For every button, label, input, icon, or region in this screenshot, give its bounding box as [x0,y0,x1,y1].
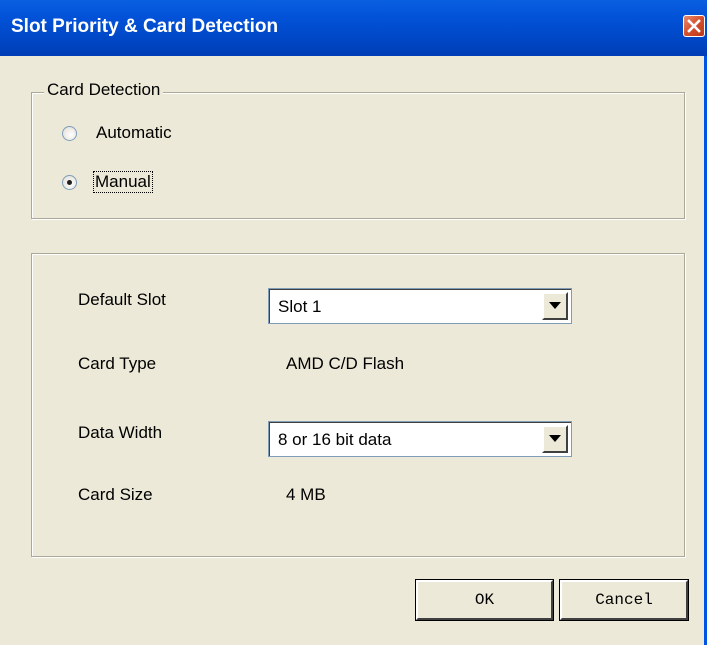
radio-manual-label: Manual [93,171,153,193]
window-title: Slot Priority & Card Detection [11,16,279,37]
card-size-value: 4 MB [286,485,326,504]
card-type-value: AMD C/D Flash [286,354,405,373]
data-width-value: 8 or 16 bit data [278,430,392,449]
chevron-down-icon [549,435,561,442]
card-detection-group [31,92,685,219]
default-slot-value: Slot 1 [278,297,322,316]
default-slot-dropdown-button[interactable] [542,292,568,320]
radio-automatic-indicator[interactable] [62,125,77,141]
data-width-label: Data Width [78,423,163,442]
title-bar[interactable]: Slot Priority & Card Detection [0,0,707,56]
chevron-down-icon [549,302,561,309]
dialog-window: Slot Priority & Card Detection Card Dete… [0,0,707,645]
radio-manual-indicator[interactable] [62,174,77,190]
card-type-label: Card Type [78,354,157,373]
radio-manual[interactable]: Manual [62,170,153,194]
radio-automatic-label: Automatic [96,123,172,142]
card-detection-legend: Card Detection [44,80,164,100]
data-width-dropdown-button[interactable] [542,425,568,453]
close-button[interactable] [683,15,705,37]
default-slot-select[interactable]: Slot 1 [268,288,572,324]
data-width-select[interactable]: 8 or 16 bit data [268,421,572,457]
close-icon [687,19,701,33]
radio-automatic[interactable]: Automatic [62,121,172,145]
default-slot-label: Default Slot [78,290,166,309]
cancel-button[interactable]: Cancel [559,579,689,621]
ok-button[interactable]: OK [415,579,554,621]
card-size-label: Card Size [78,485,153,504]
